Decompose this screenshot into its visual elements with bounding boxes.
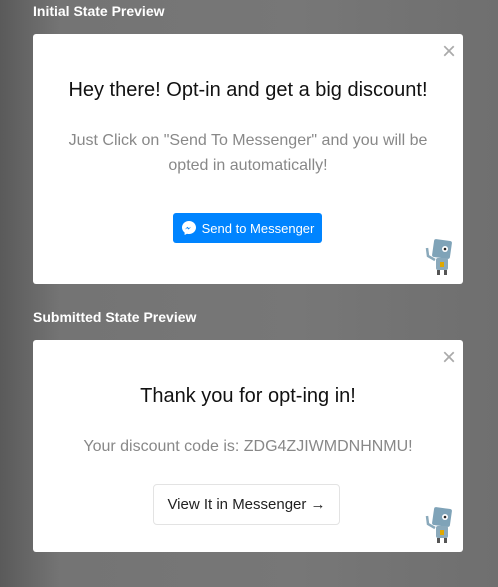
- view-in-messenger-button[interactable]: View It in Messenger →: [153, 484, 340, 525]
- card-title: Hey there! Opt-in and get a big discount…: [68, 79, 428, 101]
- robot-mascot-icon: [425, 507, 452, 543]
- submitted-state-label: Submitted State Preview: [33, 309, 197, 325]
- initial-state-label: Initial State Preview: [33, 3, 165, 19]
- card-title: Thank you for opt-ing in!: [140, 385, 356, 407]
- messenger-icon: [181, 221, 196, 235]
- initial-state-card: × Hey there! Opt-in and get a big discou…: [33, 34, 463, 284]
- discount-code-text: Your discount code is: ZDG4ZJIWMDNHNMU!: [83, 438, 413, 455]
- submitted-state-card: × Thank you for opt-ing in! Your discoun…: [33, 340, 463, 552]
- send-to-messenger-button[interactable]: Send to Messenger: [173, 213, 322, 243]
- button-label: Send to Messenger: [201, 220, 315, 236]
- close-icon[interactable]: ×: [442, 346, 456, 370]
- robot-mascot-icon: [425, 239, 452, 275]
- card-body: Just Click on "Send To Messenger" and yo…: [68, 132, 428, 174]
- close-icon[interactable]: ×: [442, 40, 456, 64]
